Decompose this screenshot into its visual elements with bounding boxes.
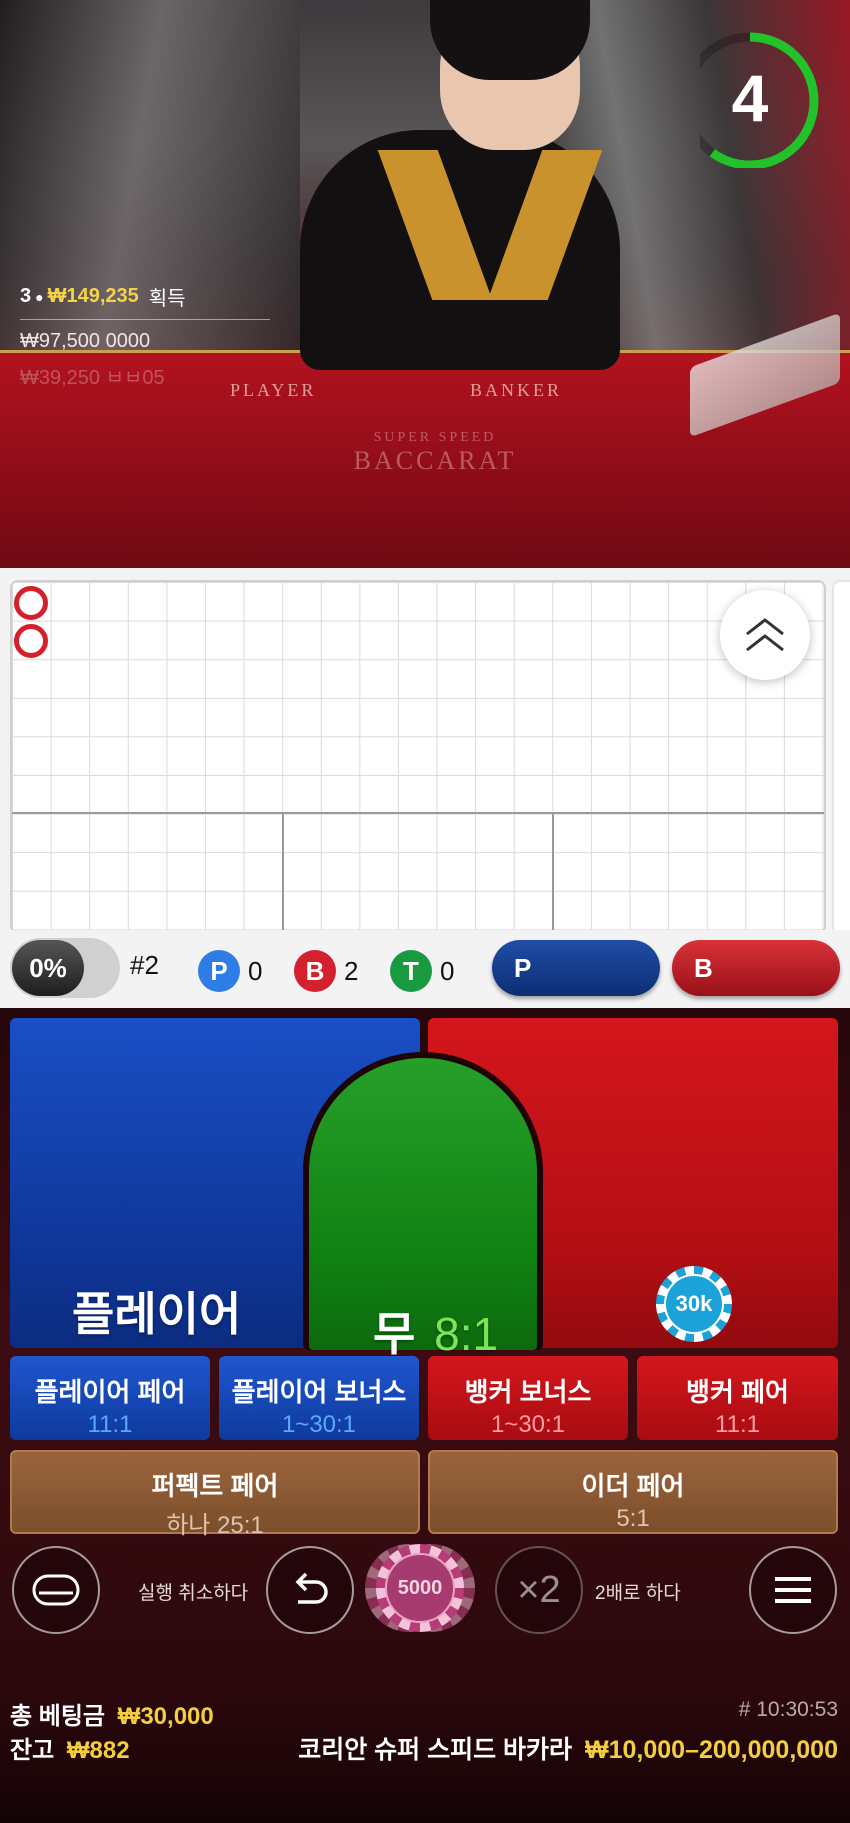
percent-value: 0% [12, 940, 84, 996]
road-divider-v2 [552, 812, 554, 932]
road-divider [12, 812, 824, 814]
bet-perfect-pair-odds: 하나 25:1 [166, 1512, 264, 1539]
bet-either-pair-label: 이더 페어 [581, 1471, 685, 1501]
table-info: 코리안 슈퍼 스피드 바카라 ₩10,000–200,000,000 [298, 1730, 838, 1766]
hamburger-menu-icon [775, 1577, 811, 1603]
double-button[interactable]: ×2 [495, 1546, 583, 1634]
winners-suffix: 획득 [148, 288, 186, 310]
bet-player-bonus-label: 플레이어 보너스 [231, 1377, 407, 1407]
total-bet-label: 총 베팅금 [10, 1703, 105, 1730]
bet-banker-pair[interactable]: 뱅커 페어 11:1 [637, 1356, 838, 1440]
tie-count-value: 0 [440, 955, 455, 986]
predict-player-label: P [514, 952, 532, 983]
live-video: PLAYER BANKER SUPER SPEED BACCARAT 4 3 ●… [0, 0, 850, 568]
winner-row: ₩97,500 0000 [20, 330, 151, 352]
percent-toggle[interactable]: 0% [10, 938, 120, 998]
bet-player-pair-label: 플레이어 페어 [34, 1377, 186, 1407]
double-label: 2배로 하다 [595, 1583, 681, 1604]
predict-banker-label: B [694, 952, 713, 983]
bet-player-bonus-odds: 1~30:1 [281, 1411, 357, 1438]
round-number: #2 [130, 950, 159, 981]
winners-amount: ₩149,235 [47, 285, 139, 307]
bet-tie-odds: 8:1 [434, 1308, 499, 1360]
banker-badge: B [294, 950, 336, 992]
bet-banker-bonus-odds: 1~30:1 [490, 1411, 566, 1438]
round-label: #2 [130, 950, 159, 980]
bet-tie[interactable]: 무 8:1 [303, 1052, 543, 1360]
menu-button[interactable] [749, 1546, 837, 1634]
undo-icon [295, 1572, 328, 1604]
person-icon: ● [35, 288, 44, 305]
total-bet: 총 베팅금 ₩30,000 [10, 1696, 214, 1731]
table-text-banker: BANKER [470, 380, 563, 400]
player-count: P 0 [198, 950, 262, 992]
balance-value: ₩882 [66, 1737, 130, 1764]
winner-row-faded: ₩39,250 ㅂㅂ05 [20, 367, 165, 389]
bet-banker-pair-label: 뱅커 페어 [686, 1377, 789, 1407]
table-shape-icon [32, 1574, 80, 1606]
bet-banker-pair-odds: 11:1 [715, 1411, 760, 1438]
double-icon: ×2 [517, 1568, 561, 1611]
predict-banker-button[interactable]: B [672, 940, 840, 996]
countdown-timer: 4 [681, 28, 820, 170]
bet-perfect-pair-label: 퍼펙트 페어 [151, 1471, 279, 1501]
table-brand: SUPER SPEED BACCARAT [285, 430, 585, 476]
chip-selector[interactable]: 5000 [365, 1544, 475, 1632]
road-banker-mark [14, 586, 48, 620]
road-divider-v1 [282, 812, 284, 932]
table-view-button[interactable] [12, 1546, 100, 1634]
banker-count: B 2 [294, 950, 358, 992]
bet-perfect-pair[interactable]: 퍼펙트 페어 하나 25:1 [10, 1450, 420, 1539]
divider [20, 319, 270, 320]
banker-count-value: 2 [344, 955, 359, 986]
balance-label: 잔고 [10, 1737, 55, 1764]
bet-player-pair[interactable]: 플레이어 페어 11:1 [10, 1356, 210, 1440]
player-count-value: 0 [248, 955, 263, 986]
bet-tie-label: 무 [373, 1308, 416, 1360]
chevron-up-double-icon [746, 618, 784, 652]
predict-player-button[interactable]: P [492, 940, 660, 996]
tie-badge: T [390, 950, 432, 992]
bet-banker-bonus[interactable]: 뱅커 보너스 1~30:1 [428, 1356, 628, 1440]
selected-chip[interactable]: 5000 [376, 1544, 464, 1632]
brand-top: SUPER SPEED [373, 430, 497, 445]
total-bet-value: ₩30,000 [117, 1703, 214, 1730]
road-next-panel[interactable] [832, 580, 850, 934]
bet-player-bonus[interactable]: 플레이어 보너스 1~30:1 [219, 1356, 419, 1440]
placed-chip: 30k [656, 1266, 732, 1342]
bet-banker-bonus-label: 뱅커 보너스 [464, 1377, 592, 1407]
bet-player-label: 플레이어 [72, 1288, 242, 1340]
winners-panel: 3 ● ₩149,235 획득 ₩97,500 0000 ₩39,250 ㅂㅂ0… [20, 282, 270, 390]
placed-chip-value: 30k [664, 1274, 724, 1334]
player-badge: P [198, 950, 240, 992]
balance: 잔고 ₩882 [10, 1730, 130, 1765]
road-banker-mark [14, 624, 48, 658]
dealer-hair [430, 0, 590, 80]
round-time: # 10:30:53 [738, 1698, 838, 1721]
table-name: 코리안 슈퍼 스피드 바카라 [298, 1736, 573, 1764]
bet-either-pair[interactable]: 이더 페어 5:1 [428, 1450, 838, 1534]
tie-count: T 0 [390, 950, 454, 992]
undo-label: 실행 취소하다 [138, 1583, 249, 1604]
collapse-scoreboard-button[interactable] [720, 590, 810, 680]
bead-road[interactable] [10, 580, 826, 934]
brand-bottom: BACCARAT [353, 446, 517, 475]
countdown-number: 4 [731, 61, 769, 135]
selected-chip-value: 5000 [385, 1553, 455, 1623]
table-limits: ₩10,000–200,000,000 [585, 1736, 838, 1764]
stats-bar: 0% #2 P 0 B 2 T 0 P B [0, 930, 850, 1008]
bet-either-pair-odds: 5:1 [616, 1505, 650, 1532]
winners-count: 3 [20, 285, 32, 307]
bet-player-pair-odds: 11:1 [87, 1411, 133, 1438]
undo-button[interactable] [266, 1546, 354, 1634]
